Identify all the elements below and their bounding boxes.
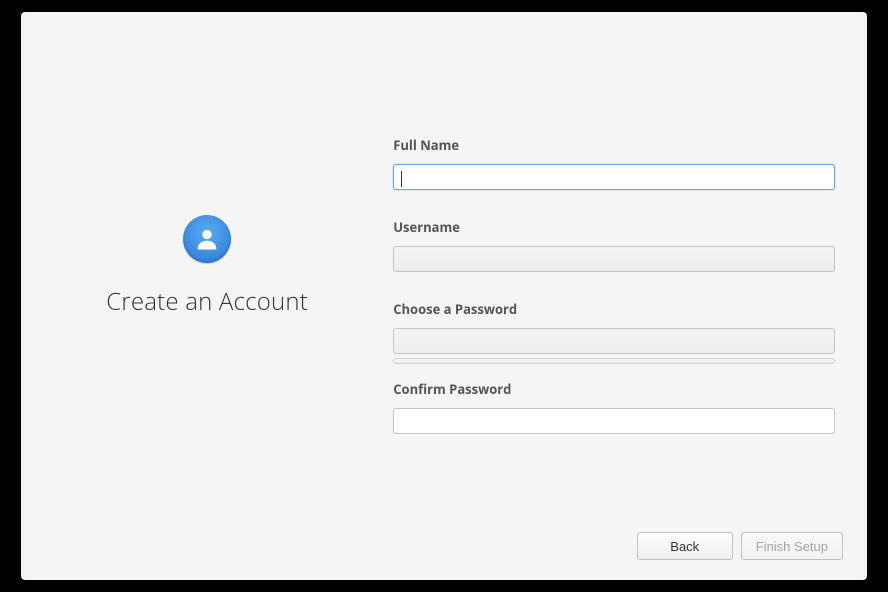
back-button[interactable]: Back [637, 532, 733, 560]
form-panel: Full Name Username Choose a Password Con… [393, 12, 867, 580]
password-input[interactable] [393, 328, 835, 354]
user-avatar-icon [183, 215, 231, 263]
full-name-group: Full Name [393, 136, 835, 190]
username-group: Username [393, 218, 835, 272]
password-label: Choose a Password [393, 300, 835, 318]
person-icon [193, 225, 221, 253]
confirm-password-input[interactable] [393, 408, 835, 434]
left-panel: Create an Account [21, 12, 393, 580]
confirm-password-group: Confirm Password [393, 380, 835, 434]
full-name-label: Full Name [393, 136, 835, 154]
username-label: Username [393, 218, 835, 236]
confirm-password-label: Confirm Password [393, 380, 835, 398]
password-group: Choose a Password [393, 300, 835, 364]
finish-setup-button[interactable]: Finish Setup [741, 532, 843, 560]
footer-buttons: Back Finish Setup [637, 532, 843, 560]
text-caret [401, 171, 402, 187]
password-strength-meter [393, 358, 835, 364]
full-name-input[interactable] [393, 164, 835, 190]
username-input[interactable] [393, 246, 835, 272]
page-title: Create an Account [106, 285, 308, 318]
setup-window: Create an Account Full Name Username Cho… [21, 12, 867, 580]
